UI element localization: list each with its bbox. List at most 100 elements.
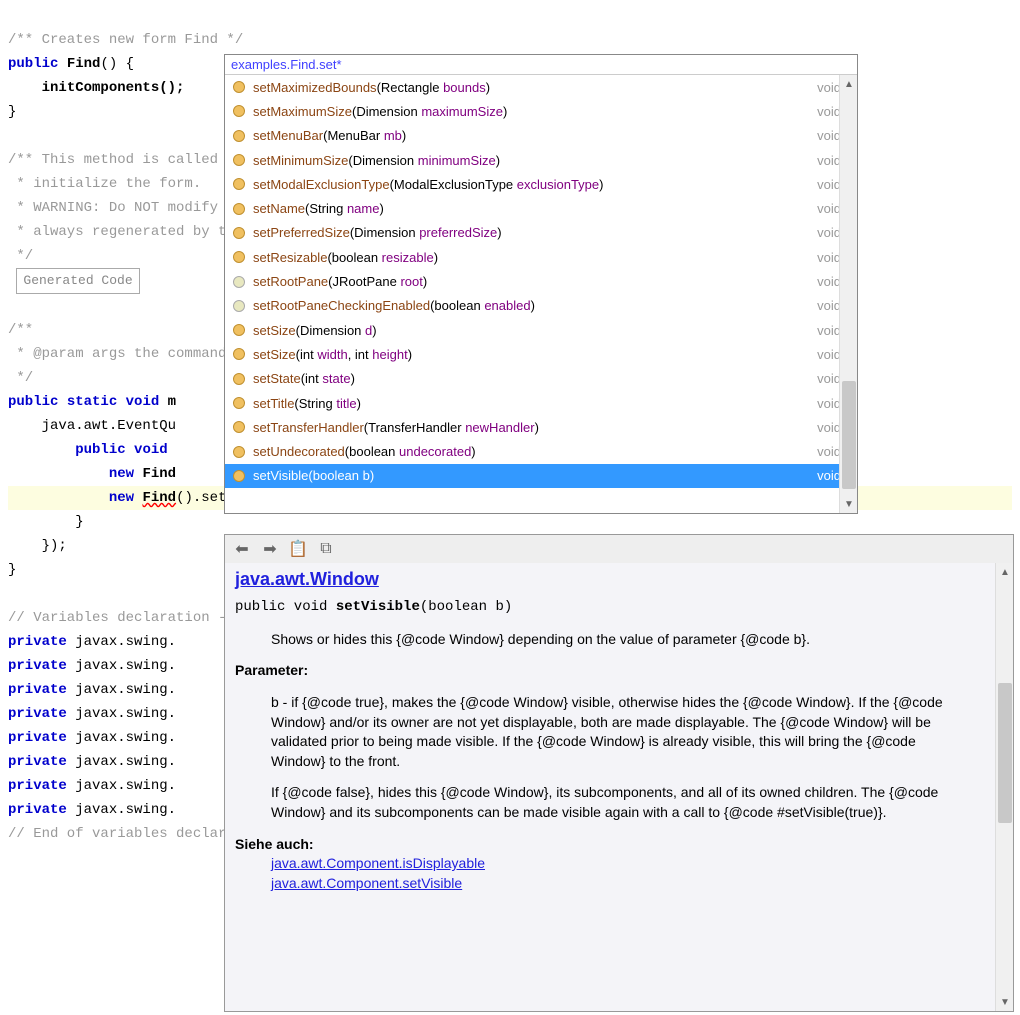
method-name: setMaximumSize	[253, 104, 352, 119]
doc-description: Shows or hides this {@code Window} depen…	[271, 630, 951, 650]
scroll-thumb[interactable]	[998, 683, 1012, 823]
method-name: setUndecorated	[253, 444, 345, 459]
method-params: (Rectangle bounds)	[377, 80, 491, 95]
keyword: new	[109, 490, 134, 506]
code-text: }	[8, 104, 16, 120]
javadoc-toolbar: ⬅ ➡ 📋 ⧉	[225, 535, 1013, 563]
code-text: javax.swing.	[67, 658, 176, 674]
completion-item[interactable]: setSize(int width, int height)void	[225, 342, 857, 366]
method-params: (String title)	[294, 396, 361, 411]
method-name: setName	[253, 201, 305, 216]
javadoc-content[interactable]: java.awt.Window public void setVisible(b…	[225, 563, 1013, 1011]
completion-list[interactable]: setMaximizedBounds(Rectangle bounds)void…	[225, 75, 857, 513]
comment-line: /** Creates new form Find */	[8, 32, 243, 48]
method-params: (Dimension maximumSize)	[352, 104, 507, 119]
comment-line: */	[8, 370, 33, 386]
keyword: private	[8, 634, 67, 650]
completion-item[interactable]: setMenuBar(MenuBar mb)void	[225, 124, 857, 148]
autocomplete-popup: examples.Find.set* setMaximizedBounds(Re…	[224, 54, 858, 514]
code-text: javax.swing.	[67, 706, 176, 722]
method-params: (ModalExclusionType exclusionType)	[390, 177, 604, 192]
public-method-icon	[233, 81, 245, 93]
method-name: setSize	[253, 323, 296, 338]
keyword: void	[134, 442, 168, 458]
completion-item[interactable]: setMinimumSize(Dimension minimumSize)voi…	[225, 148, 857, 172]
code-text: javax.swing.	[67, 754, 176, 770]
scroll-down-arrow[interactable]: ▼	[840, 495, 857, 513]
completion-item[interactable]: setRootPane(JRootPane root)void	[225, 269, 857, 293]
scroll-up-arrow[interactable]: ▲	[996, 563, 1014, 581]
public-method-icon	[233, 105, 245, 117]
scroll-down-arrow[interactable]: ▼	[996, 993, 1014, 1011]
identifier-error: Find	[142, 490, 176, 506]
keyword: void	[126, 394, 160, 410]
method-name: setSize	[253, 347, 296, 362]
public-method-icon	[233, 470, 245, 482]
completion-item[interactable]: setResizable(boolean resizable)void	[225, 245, 857, 269]
parameter-heading: Parameter:	[235, 661, 1003, 681]
method-params: (JRootPane root)	[328, 274, 427, 289]
completion-item[interactable]: setRootPaneCheckingEnabled(boolean enabl…	[225, 294, 857, 318]
public-method-icon	[233, 178, 245, 190]
completion-item[interactable]: setState(int state)void	[225, 367, 857, 391]
completion-item[interactable]: setTitle(String title)void	[225, 391, 857, 415]
public-method-icon	[233, 397, 245, 409]
method-name: setRootPaneCheckingEnabled	[253, 298, 430, 313]
code-text: javax.swing.	[67, 778, 176, 794]
scroll-up-arrow[interactable]: ▲	[840, 75, 857, 93]
code-text: javax.swing.	[67, 634, 176, 650]
public-method-icon	[233, 348, 245, 360]
keyword: private	[8, 730, 67, 746]
scroll-thumb[interactable]	[842, 381, 856, 489]
method-name: setTransferHandler	[253, 420, 364, 435]
code-fold-region[interactable]: Generated Code	[16, 268, 139, 294]
comment-line: /**	[8, 322, 33, 338]
method-params: (String name)	[305, 201, 384, 216]
popup-scrollbar[interactable]: ▲ ▼	[839, 75, 857, 513]
see-also-link[interactable]: java.awt.Component.setVisible	[271, 874, 1003, 894]
public-method-icon	[233, 154, 245, 166]
protected-method-icon	[233, 300, 245, 312]
completion-item[interactable]: setName(String name)void	[225, 196, 857, 220]
code-text: }	[8, 562, 16, 578]
completion-item[interactable]: setMaximumSize(Dimension maximumSize)voi…	[225, 99, 857, 123]
keyword: private	[8, 802, 67, 818]
method-name: setPreferredSize	[253, 225, 350, 240]
protected-method-icon	[233, 276, 245, 288]
keyword: public	[8, 394, 58, 410]
completion-item[interactable]: setTransferHandler(TransferHandler newHa…	[225, 415, 857, 439]
completion-item[interactable]: setModalExclusionType(ModalExclusionType…	[225, 172, 857, 196]
public-method-icon	[233, 446, 245, 458]
code-text: java.awt.EventQu	[42, 418, 176, 434]
public-method-icon	[233, 203, 245, 215]
method-params: (int state)	[301, 371, 355, 386]
method-params: (Dimension preferredSize)	[350, 225, 502, 240]
external-browser-icon[interactable]: ⧉	[315, 539, 337, 559]
method-name: setRootPane	[253, 274, 328, 289]
typed-text: set	[201, 490, 226, 506]
nav-back-icon[interactable]: ⬅	[231, 539, 253, 559]
see-also-heading: Siehe auch:	[235, 835, 1003, 855]
method-params: (TransferHandler newHandler)	[364, 420, 539, 435]
public-method-icon	[233, 324, 245, 336]
keyword: private	[8, 778, 67, 794]
see-also-link[interactable]: java.awt.Component.isDisplayable	[271, 854, 1003, 874]
class-link[interactable]: java.awt.Window	[235, 569, 379, 589]
javadoc-scrollbar[interactable]: ▲ ▼	[995, 563, 1013, 1011]
identifier: m	[168, 394, 176, 410]
code-text: () {	[100, 56, 134, 72]
method-params: (boolean undecorated)	[345, 444, 476, 459]
completion-item[interactable]: setPreferredSize(Dimension preferredSize…	[225, 221, 857, 245]
code-text: javax.swing.	[67, 682, 176, 698]
completion-item[interactable]: setVisible(boolean b)void	[225, 464, 857, 488]
completion-item[interactable]: setSize(Dimension d)void	[225, 318, 857, 342]
method-name: setMaximizedBounds	[253, 80, 377, 95]
method-params: (boolean enabled)	[430, 298, 535, 313]
completion-item[interactable]: setUndecorated(boolean undecorated)void	[225, 439, 857, 463]
method-params: (int width, int height)	[296, 347, 412, 362]
completion-item[interactable]: setMaximizedBounds(Rectangle bounds)void	[225, 75, 857, 99]
copy-icon[interactable]: 📋	[287, 539, 309, 559]
keyword: public	[8, 56, 58, 72]
nav-forward-icon[interactable]: ➡	[259, 539, 281, 559]
method-params: (Dimension minimumSize)	[348, 153, 500, 168]
